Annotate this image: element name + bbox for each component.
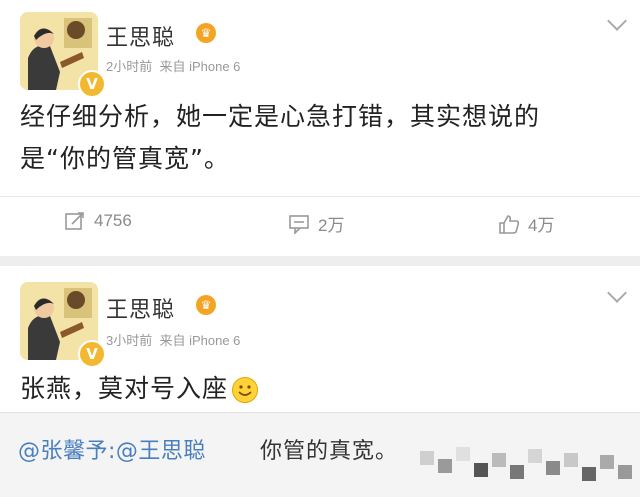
post-text: 经仔细分析，她一定是心急打错，其实想说的 是“你的管真宽”。 [20, 96, 620, 180]
repost-button[interactable]: 4756 [64, 211, 132, 231]
repost-comment-bar: @张馨予:@王思聪 你管的真宽。 [0, 412, 640, 497]
repost-icon [65, 212, 84, 230]
weibo-post-1: V 王思聪 ♛ 2小时前 来自 iPhone 6 经仔细分析，她一定是心急打错，… [0, 0, 640, 256]
like-icon [499, 214, 520, 234]
repost-mentions[interactable]: @张馨予:@王思聪 [18, 433, 206, 465]
repost-text: 你管的真宽。 [260, 439, 399, 464]
divider [0, 196, 640, 197]
crown-icon: ♛ [196, 23, 216, 43]
crown-icon: ♛ [196, 295, 216, 315]
verified-icon: V [78, 340, 106, 368]
post-text-line: 张燕，莫对号入座 [20, 374, 229, 403]
post-time[interactable]: 2小时前 [106, 59, 152, 74]
post-text: 张燕，莫对号入座 [20, 368, 620, 410]
verified-icon: V [78, 70, 106, 98]
post-text-line: 是“你的管真宽”。 [20, 144, 230, 173]
post-text-line: 经仔细分析，她一定是心急打错，其实想说的 [20, 102, 541, 131]
like-button[interactable]: 4万 [498, 211, 554, 236]
post-source: 来自 iPhone 6 [159, 59, 241, 74]
username[interactable]: 王思聪 [106, 292, 175, 324]
comment-button[interactable]: 2万 [288, 211, 344, 236]
post-meta: 2小时前 来自 iPhone 6 [106, 56, 240, 75]
post-source: 来自 iPhone 6 [159, 333, 241, 348]
post-meta: 3小时前 来自 iPhone 6 [106, 330, 240, 349]
like-count: 4万 [528, 216, 555, 235]
comment-icon [289, 214, 309, 234]
comment-count: 2万 [318, 216, 345, 235]
chevron-down-icon[interactable] [607, 11, 627, 31]
chevron-down-icon[interactable] [607, 283, 627, 303]
smiley-icon [232, 377, 259, 403]
repost-count: 4756 [94, 211, 132, 230]
username[interactable]: 王思聪 [106, 20, 175, 52]
post-time[interactable]: 3小时前 [106, 333, 152, 348]
